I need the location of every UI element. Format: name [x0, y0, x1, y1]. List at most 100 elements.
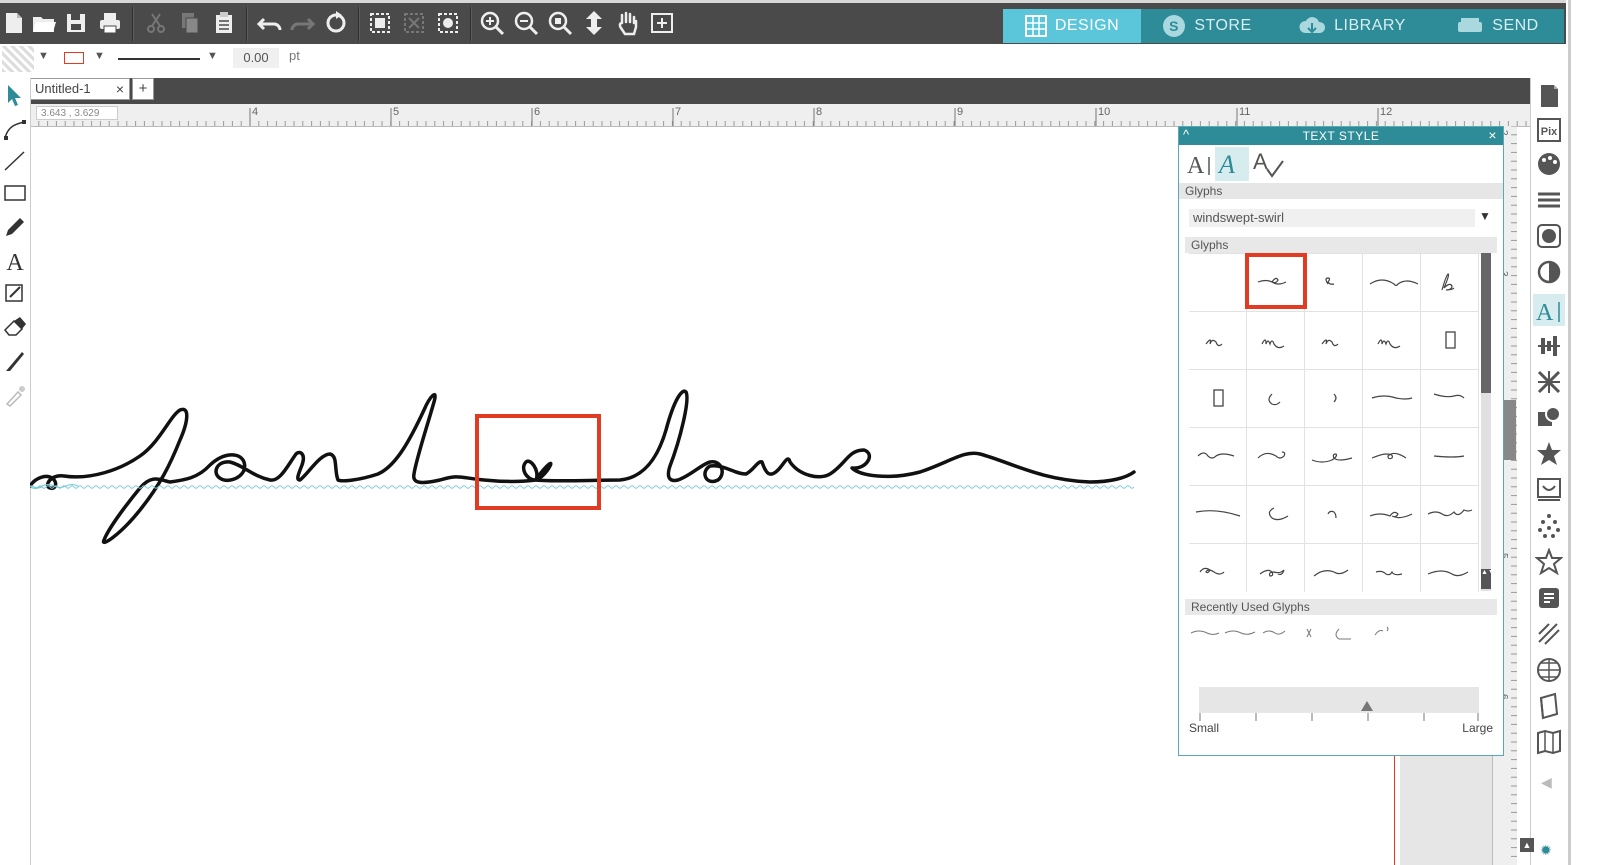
glyph-cell[interactable] [1247, 486, 1305, 544]
glyph-cell[interactable] [1189, 486, 1247, 544]
select-all-icon[interactable] [366, 9, 394, 37]
trace-icon[interactable] [1535, 476, 1563, 504]
line-weight-input[interactable]: 0.00 [233, 48, 279, 68]
save-icon[interactable] [62, 9, 90, 37]
page-setup-icon[interactable] [1535, 82, 1563, 110]
print-icon[interactable] [96, 9, 124, 37]
text-style-tab-icon[interactable]: A [1185, 149, 1215, 179]
zoom-fit-icon[interactable] [546, 9, 574, 37]
hand-icon[interactable] [614, 9, 642, 37]
paste-icon[interactable] [210, 9, 238, 37]
text-style-panel-button[interactable]: A [1533, 294, 1565, 326]
point-edit-icon[interactable] [2, 116, 28, 142]
spell-check-icon[interactable]: A [1251, 149, 1285, 179]
open-folder-icon[interactable] [30, 9, 58, 37]
glyph-cell[interactable] [1421, 370, 1479, 428]
collapse-left-icon[interactable]: ◀ [1541, 774, 1552, 791]
rectangle-tool-icon[interactable] [2, 180, 28, 206]
glyph-cell[interactable] [1247, 312, 1305, 370]
pencil-tool-icon[interactable] [2, 214, 28, 240]
slider-thumb[interactable] [1361, 701, 1373, 711]
eyedropper-icon[interactable] [2, 382, 28, 408]
zoom-out-icon[interactable] [512, 9, 540, 37]
glyph-cell[interactable] [1421, 312, 1479, 370]
copy-icon[interactable] [176, 9, 204, 37]
scroll-up-icon[interactable]: ▲ [1520, 838, 1534, 852]
add-page-icon[interactable] [648, 9, 676, 37]
star-icon[interactable] [1535, 548, 1563, 576]
glyph-cell[interactable] [1363, 370, 1421, 428]
glyph-cell[interactable] [1421, 486, 1479, 544]
glyph-cell[interactable] [1421, 428, 1479, 486]
glyph-cell[interactable] [1363, 486, 1421, 544]
glyph-cell[interactable] [1363, 312, 1421, 370]
scroll-arrows-icon[interactable]: ▲▼ [1481, 569, 1495, 589]
glyph-size-slider[interactable] [1199, 687, 1479, 713]
eraser-icon[interactable] [2, 314, 28, 340]
gear-icon[interactable]: ✹ [1540, 842, 1552, 859]
offset-star-icon[interactable] [1535, 440, 1563, 468]
line-color-swatch[interactable] [64, 52, 84, 64]
glyph-cell[interactable] [1305, 254, 1363, 312]
nesting-icon[interactable] [1535, 656, 1563, 684]
close-icon[interactable]: × [116, 79, 124, 99]
glyph-grid-scrollbar[interactable]: ▲▼ [1481, 253, 1495, 591]
palette-icon[interactable] [1535, 150, 1563, 178]
eraser-path-icon[interactable] [2, 280, 28, 306]
chevron-down-icon[interactable]: ▼ [207, 50, 218, 62]
chevron-down-icon[interactable]: ▼ [94, 50, 105, 62]
font-select[interactable]: windswept-swirl [1189, 209, 1475, 227]
map-icon[interactable] [1535, 728, 1563, 756]
glyph-cell[interactable] [1189, 370, 1247, 428]
tab-send[interactable]: SEND [1431, 9, 1564, 43]
glyph-cell[interactable] [1247, 428, 1305, 486]
scrollbar-thumb[interactable] [1481, 253, 1491, 393]
glyph-cell[interactable] [1363, 428, 1421, 486]
replicate-icon[interactable] [1535, 368, 1563, 396]
glyph-cell[interactable] [1189, 428, 1247, 486]
glyph-cell[interactable] [1421, 254, 1479, 312]
line-tool-icon[interactable] [2, 148, 28, 174]
glyph-cell[interactable] [1189, 254, 1247, 312]
knife-icon[interactable] [2, 348, 28, 374]
tab-design[interactable]: DESIGN [1003, 9, 1141, 43]
glyph-cell[interactable] [1305, 428, 1363, 486]
glyph-cell[interactable] [1305, 544, 1363, 592]
panel-header[interactable]: ^ TEXT STYLE × [1179, 127, 1503, 145]
glyph-cell[interactable] [1305, 312, 1363, 370]
print-cut-icon[interactable] [1535, 584, 1563, 612]
select-arrow-icon[interactable] [2, 82, 28, 108]
cut-icon[interactable] [142, 9, 170, 37]
tab-store[interactable]: S STORE [1141, 9, 1273, 43]
add-tab-button[interactable]: + [132, 78, 154, 100]
glyphs-tab[interactable]: A [1215, 147, 1249, 181]
glyph-cell[interactable] [1189, 312, 1247, 370]
close-icon[interactable]: × [1488, 127, 1497, 143]
deselect-icon[interactable] [400, 9, 428, 37]
glyph-cell[interactable] [1305, 370, 1363, 428]
modify-icon[interactable] [1535, 404, 1563, 432]
line-style-icon[interactable] [1535, 186, 1563, 214]
redo-icon[interactable] [288, 9, 316, 37]
glyph-cell[interactable] [1247, 370, 1305, 428]
tab-library[interactable]: LIBRARY [1273, 9, 1431, 43]
align-icon[interactable] [1535, 332, 1563, 360]
group-select-icon[interactable] [434, 9, 462, 37]
redraw-icon[interactable] [322, 9, 350, 37]
document-tab[interactable]: Untitled-1 × [30, 78, 130, 100]
text-tool-icon[interactable]: A [2, 248, 28, 274]
fill-swatch[interactable] [2, 46, 34, 72]
zoom-in-icon[interactable] [478, 9, 506, 37]
chevron-down-icon[interactable]: ▼ [1479, 209, 1491, 223]
sketch-icon[interactable] [1535, 512, 1563, 540]
fill-pattern-icon[interactable] [1535, 222, 1563, 250]
chevron-down-icon[interactable]: ▼ [38, 50, 49, 62]
line-style-sample[interactable] [118, 58, 200, 60]
undo-icon[interactable] [256, 9, 284, 37]
3d-page-icon[interactable] [1535, 692, 1563, 720]
hatch-icon[interactable] [1535, 620, 1563, 648]
glyph-cell[interactable] [1189, 544, 1247, 592]
recent-glyphs-row[interactable] [1189, 621, 1409, 645]
glyph-cell[interactable] [1421, 544, 1479, 592]
new-document-icon[interactable] [0, 9, 28, 37]
